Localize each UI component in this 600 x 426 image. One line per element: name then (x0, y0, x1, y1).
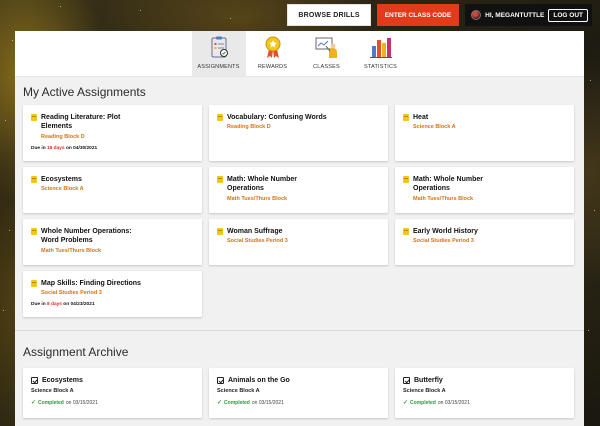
tab-assignments[interactable]: ASSIGNMENTS (191, 31, 246, 76)
due-days: 15 days (47, 145, 65, 151)
due-date: Due in 15 days on 04/30/2021 (31, 145, 98, 151)
tab-classes[interactable]: CLASSES (300, 31, 354, 76)
assignment-title-cont: Operations (413, 185, 450, 193)
assignment-card[interactable]: Vocabulary: Confusing Words Reading Bloc… (209, 105, 388, 161)
class-name: Social Studies Period 3 (413, 238, 474, 245)
assignment-title-cont: Operations (227, 185, 264, 193)
archive-card[interactable]: Ecosystems Science Block A ✓ Completed o… (23, 368, 202, 418)
assignment-title-cont: Word Problems (41, 237, 93, 245)
assignment-title: Vocabulary: Confusing Words (227, 114, 327, 121)
archive-title: Ecosystems (42, 377, 83, 384)
book-icon (217, 114, 223, 121)
tab-label: CLASSES (313, 64, 340, 70)
teacher-icon (315, 37, 337, 58)
archive-title: Animals on the Go (228, 377, 290, 384)
tab-rewards[interactable]: REWARDS (246, 31, 300, 76)
book-icon (31, 114, 37, 121)
checkbox-icon (403, 377, 410, 384)
assignment-card[interactable]: Early World History Social Studies Perio… (395, 219, 574, 265)
browse-drills-button[interactable]: BROWSE DRILLS (287, 4, 371, 26)
due-days: 8 days (47, 302, 62, 308)
completed-status: ✓ Completed on 03/15/2021 (217, 399, 284, 407)
archive-title: Butterfly (414, 377, 443, 384)
book-icon (403, 114, 409, 121)
logout-button[interactable]: LOG OUT (548, 8, 588, 22)
archive-card[interactable]: Butterfly Science Block A ✓ Completed on… (395, 368, 574, 418)
due-date: Due in 8 days on 04/23/2021 (31, 302, 95, 308)
tab-statistics[interactable]: STATISTICS (354, 31, 408, 76)
main-panel: ASSIGNMENTS REWARDS CLASSES STATISTICS M… (15, 31, 584, 426)
user-greeting: HI, MEGANTUTTLE (485, 11, 545, 19)
assignment-card[interactable]: Reading Literature: Plot Elements Reading… (23, 105, 202, 161)
assignment-title: Math: Whole Number (227, 176, 297, 183)
class-name: Math Tues/Thurs Block (227, 195, 288, 202)
tab-label: ASSIGNMENTS (197, 64, 240, 70)
completed-status: ✓ Completed on 03/15/2021 (31, 399, 98, 407)
active-assignments-heading: My Active Assignments (23, 85, 146, 99)
tab-label: STATISTICS (364, 64, 397, 70)
class-name: Science Block A (413, 124, 456, 131)
checkbox-icon (31, 377, 38, 384)
assignment-title: Math: Whole Number (413, 176, 483, 183)
class-name: Science Block A (41, 186, 84, 193)
class-name: Reading Block D (227, 124, 271, 131)
book-icon (217, 228, 223, 235)
class-name: Science Block A (217, 388, 260, 395)
book-icon (31, 176, 37, 183)
assignment-title: Heat (413, 114, 429, 121)
assignment-card[interactable]: Math: Whole Number Operations Math Tues/T… (209, 167, 388, 213)
checkmark-icon: ✓ (31, 400, 37, 407)
completed-status: ✓ Completed on 03/15/2021 (403, 399, 470, 407)
assignment-title: Ecosystems (41, 176, 82, 183)
user-menu[interactable]: HI, MEGANTUTTLE LOG OUT (465, 4, 592, 26)
class-name: Science Block A (403, 388, 446, 395)
class-name: Math Tues/Thurs Block (41, 247, 102, 254)
assignment-title: Early World History (413, 228, 478, 235)
assignment-archive-heading: Assignment Archive (23, 345, 129, 359)
bar-chart-icon (369, 38, 392, 58)
checkmark-icon: ✓ (403, 400, 409, 407)
assignment-title-cont: Elements (41, 123, 73, 131)
top-bar: BROWSE DRILLS ENTER CLASS CODE HI, MEGAN… (287, 4, 592, 26)
assignment-card[interactable]: Math: Whole Number Operations Math Tues/T… (395, 167, 574, 213)
class-name: Social Studies Period 3 (41, 290, 102, 297)
assignment-card[interactable]: Heat Science Block A (395, 105, 574, 161)
book-icon (217, 176, 223, 183)
book-icon (403, 176, 409, 183)
book-icon (31, 228, 37, 235)
class-name: Reading Block D (41, 133, 85, 140)
assignment-title: Reading Literature: Plot (41, 114, 121, 121)
section-divider (15, 330, 584, 331)
book-icon (403, 228, 409, 235)
assignment-title: Map Skills: Finding Directions (41, 280, 141, 287)
avatar (471, 10, 482, 20)
clipboard-icon (211, 36, 228, 58)
assignment-title: Whole Number Operations: (41, 228, 132, 235)
assignment-title: Woman Suffrage (227, 228, 283, 235)
tab-label: REWARDS (257, 64, 288, 70)
archive-card[interactable]: Animals on the Go Science Block A ✓ Comp… (209, 368, 388, 418)
assignment-card[interactable]: Ecosystems Science Block A (23, 167, 202, 213)
book-icon (31, 280, 37, 287)
assignment-card[interactable]: Map Skills: Finding Directions Social St… (23, 271, 202, 317)
class-name: Social Studies Period 3 (227, 238, 288, 245)
award-icon (265, 36, 280, 58)
assignment-card[interactable]: Woman Suffrage Social Studies Period 3 (209, 219, 388, 265)
class-name: Science Block A (31, 388, 74, 395)
tab-bar: ASSIGNMENTS REWARDS CLASSES STATISTICS (15, 31, 584, 77)
checkbox-icon (217, 377, 224, 384)
checkmark-icon: ✓ (217, 400, 223, 407)
assignment-card[interactable]: Whole Number Operations: Word Problems Ma… (23, 219, 202, 265)
class-name: Math Tues/Thurs Block (413, 195, 474, 202)
enter-class-code-button[interactable]: ENTER CLASS CODE (376, 4, 460, 26)
